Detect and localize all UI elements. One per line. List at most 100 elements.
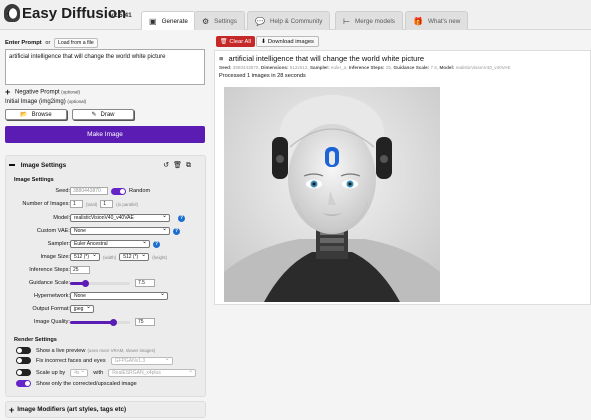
meta-value: realisticVisionV40_v40VAE [455, 65, 511, 70]
download-images-button[interactable]: ⬇ Download images [256, 36, 319, 47]
trash-icon[interactable]: 🗑 [173, 162, 186, 169]
tab-label: Settings [214, 17, 237, 25]
robot-portrait-image [224, 87, 440, 302]
meta-key: Seed: [219, 65, 232, 70]
live-preview-hint: (uses more VRAM, slower images) [87, 348, 156, 353]
render-settings-title: Render Settings [14, 337, 57, 343]
seed-input[interactable]: 3880443870 [70, 187, 108, 195]
upscale-label: Scale up by [36, 369, 66, 376]
height-hint: (height) [152, 254, 168, 260]
upscale-row: Scale up by 4x with RealESRGAN_x4plus [16, 368, 197, 377]
tab-merge-models[interactable]: ⊢ Merge models [335, 11, 403, 30]
tab-settings[interactable]: ⚙ Settings [194, 11, 245, 30]
output-format-select[interactable]: jpeg [70, 304, 94, 313]
guidance-row: Guidance Scale: 7.5 [6, 279, 206, 289]
negative-prompt-label: Negative Prompt [14, 89, 60, 96]
quality-slider[interactable] [70, 318, 130, 326]
tab-label: Help & Community [269, 17, 323, 25]
output-panel: ≡ artificial intelligence that will chan… [214, 50, 591, 305]
browse-button[interactable]: 📂 Browse [5, 109, 67, 120]
optional-hint: (optional) [67, 99, 87, 104]
width-select[interactable]: 512 (*) [70, 252, 100, 261]
tab-label: Merge models [354, 17, 395, 25]
image-quality-row: Image Quality: 75 [6, 318, 206, 328]
trash-icon: 🗑 [220, 38, 228, 45]
height-select[interactable]: 512 (*) [119, 252, 150, 261]
upscale-factor-select[interactable]: 4x [70, 368, 89, 377]
optional-hint: (optional) [61, 89, 81, 95]
sampler-select[interactable]: Euler Ancestral [70, 239, 150, 248]
guidance-slider[interactable] [70, 279, 130, 287]
plus-icon: + [5, 87, 11, 97]
or-text: or [45, 40, 51, 46]
output-prompt: artificial intelligence that will change… [228, 54, 425, 63]
help-icon[interactable]: ? [173, 227, 180, 235]
hypernetwork-select[interactable]: None [70, 291, 168, 300]
fix-faces-row: Fix incorrect faces and eyes GFPGANv1.3 [16, 356, 173, 365]
app-version: v2.5.41 [110, 12, 132, 19]
top-bar: Easy Diffusion v2.5.41 ▣ Generate ⚙ Sett… [0, 0, 591, 30]
collapse-icon [9, 164, 15, 167]
vae-row: Custom VAE: None ? [6, 226, 206, 237]
only-corrected-label: Show only the corrected/upscaled image [36, 380, 137, 387]
prompt-label: Enter Prompt [5, 40, 42, 46]
meta-key: Sampler: [309, 65, 330, 70]
live-preview-row: Show a live preview (uses more VRAM, slo… [16, 346, 155, 355]
vae-select[interactable]: None [70, 226, 170, 235]
meta-value: 7.5, [430, 65, 439, 70]
model-select[interactable]: realisticVisionV40_v40VAE [70, 213, 170, 222]
sampler-row: Sampler: Euler Ancestral ? [6, 239, 206, 250]
negative-prompt-toggle[interactable]: + Negative Prompt (optional) [5, 87, 80, 97]
draw-button[interactable]: ✎ Draw [72, 109, 134, 120]
download-label: Download images [267, 38, 314, 45]
draw-label: Draw [100, 111, 115, 118]
load-from-file-button[interactable]: Load from a file [53, 38, 98, 48]
list-icon: ≡ [219, 54, 224, 63]
quality-input[interactable]: 75 [135, 318, 155, 326]
output-meta: Seed: 3880443870, Dimensions: 512x512, S… [219, 65, 511, 70]
clear-all-button[interactable]: 🗑 Clear All [216, 36, 255, 47]
image-settings-header[interactable]: Image Settings [9, 162, 66, 169]
guidance-input[interactable]: 7.5 [135, 279, 155, 287]
make-image-button[interactable]: Make Image [5, 126, 205, 143]
reset-icon[interactable]: ↺ [163, 162, 173, 169]
width-hint: (width) [103, 254, 117, 260]
num-images-parallel-input[interactable]: 1 [100, 200, 114, 208]
image-quality-label: Image Quality: [33, 319, 70, 325]
random-seed-toggle[interactable] [111, 187, 126, 195]
face-model-select[interactable]: GFPGANv1.3 [110, 356, 173, 365]
slider-knob[interactable] [110, 318, 118, 326]
fix-faces-toggle[interactable] [16, 357, 31, 364]
random-label: Random [129, 188, 151, 194]
output-title: ≡ artificial intelligence that will chan… [219, 54, 424, 63]
num-images-total-input[interactable]: 1 [70, 200, 83, 208]
only-corrected-toggle[interactable] [16, 380, 31, 387]
inference-steps-input[interactable]: 25 [70, 266, 90, 274]
tab-help-community[interactable]: 💬 Help & Community [247, 11, 331, 30]
generated-image[interactable] [224, 87, 440, 302]
tab-generate[interactable]: ▣ Generate [141, 11, 196, 30]
clear-all-label: Clear All [229, 38, 251, 45]
only-corrected-row: Show only the corrected/upscaled image [16, 379, 137, 388]
help-icon[interactable]: ? [178, 214, 185, 222]
live-preview-toggle[interactable] [16, 347, 31, 354]
gear-icon: ⚙ [202, 16, 210, 26]
meta-key: Dimensions: [260, 65, 289, 70]
upscale-toggle[interactable] [16, 369, 31, 376]
slider-knob[interactable] [82, 279, 89, 287]
num-images-row: Number of Images: 1 (total) 1 (in parall… [6, 200, 206, 210]
help-icon[interactable]: ? [153, 240, 160, 248]
prompt-input[interactable]: artificial intelligence that will change… [5, 49, 205, 85]
live-preview-label: Show a live preview [36, 347, 86, 354]
upscale-model-select[interactable]: RealESRGAN_x4plus [108, 368, 197, 377]
prompt-label-row: Enter Prompt or Load from a file [5, 38, 98, 48]
seed-row: Seed: 3880443870 Random [6, 187, 206, 197]
image-modifiers-panel[interactable]: + Image Modifiers (art styles, tags etc) [5, 401, 206, 418]
copy-icon[interactable]: ⧉ [186, 162, 195, 169]
image-modifiers-label: Image Modifiers (art styles, tags etc) [17, 406, 127, 413]
tab-whats-new[interactable]: 🎁 What's new [405, 11, 469, 30]
meta-value: 3880443870, [232, 65, 260, 70]
hypernetwork-row: Hypernetwork: None [6, 291, 206, 302]
comments-icon: 💬 [255, 16, 265, 26]
model-row: Model: realisticVisionV40_v40VAE ? [6, 213, 206, 224]
